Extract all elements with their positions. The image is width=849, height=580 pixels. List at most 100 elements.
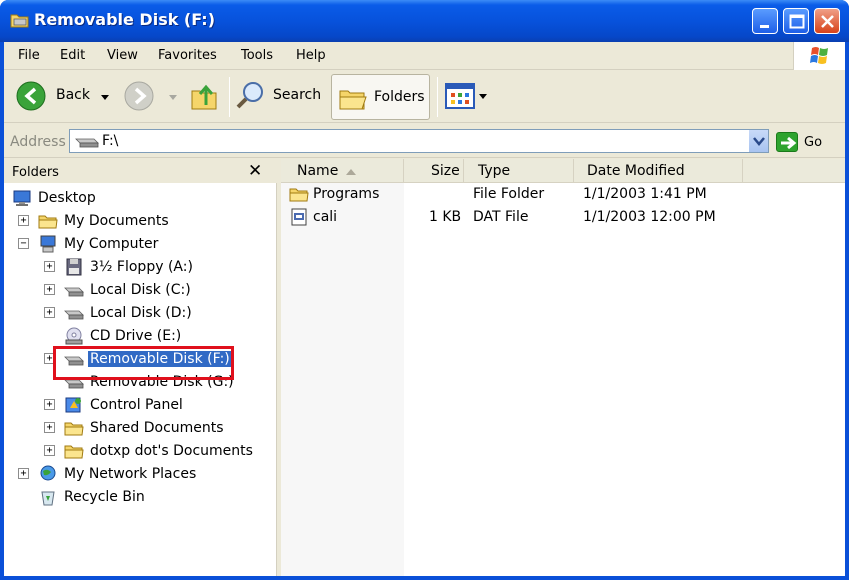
- collapse-icon[interactable]: −: [18, 238, 29, 249]
- floppy-icon: [64, 258, 84, 276]
- windows-flag-icon: [810, 47, 828, 64]
- folders-icon: [339, 90, 367, 110]
- tree-item[interactable]: − My Computer: [4, 233, 274, 255]
- tree-item-label: Local Disk (D:): [90, 305, 192, 321]
- search-button[interactable]: Search: [235, 79, 325, 115]
- folders-label: Folders: [374, 89, 425, 105]
- file-row[interactable]: Programs File Folder 1/1/2003 1:41 PM: [281, 183, 845, 205]
- tree-item[interactable]: + dotxp dot's Documents: [4, 440, 274, 462]
- up-folder-icon: [191, 84, 217, 110]
- menu-edit[interactable]: Edit: [60, 48, 85, 63]
- toolbar-separator: [229, 77, 230, 117]
- go-arrow-icon: [781, 136, 797, 150]
- windows-logo: [793, 42, 845, 70]
- address-bar: Address F:\ Go: [4, 124, 845, 158]
- tree-item-label: My Computer: [64, 236, 159, 252]
- tree-item-label: Local Disk (C:): [90, 282, 191, 298]
- file-type: File Folder: [473, 186, 545, 202]
- column-size-label: Size: [431, 163, 460, 179]
- control-panel-icon: [64, 396, 84, 414]
- close-pane-icon[interactable]: ✕: [248, 161, 262, 181]
- file-name: Programs: [313, 186, 380, 202]
- chevron-down-icon[interactable]: [100, 94, 110, 102]
- close-button[interactable]: [814, 8, 840, 34]
- drive-icon: [64, 304, 84, 322]
- forward-arrow-icon: [124, 81, 154, 111]
- desktop-icon: [12, 189, 32, 207]
- folder-icon: [289, 185, 309, 203]
- expand-icon[interactable]: +: [44, 422, 55, 433]
- tree-item[interactable]: CD Drive (E:): [4, 325, 274, 347]
- file-row[interactable]: cali 1 KB DAT File 1/1/2003 12:00 PM: [281, 206, 845, 228]
- forward-button[interactable]: [122, 79, 182, 115]
- maximize-icon: [789, 14, 805, 29]
- menu-view[interactable]: View: [107, 48, 138, 63]
- folders-button[interactable]: Folders: [331, 74, 430, 120]
- close-icon: [821, 15, 834, 28]
- address-value: F:\: [102, 133, 119, 149]
- explorer-window: Removable Disk (F:) File Edit View Favor…: [0, 0, 849, 580]
- expand-icon[interactable]: +: [44, 284, 55, 295]
- minimize-button[interactable]: [752, 8, 778, 34]
- column-header-type[interactable]: Type: [464, 159, 574, 183]
- up-folder-button[interactable]: [188, 79, 224, 115]
- tree-item-label: My Documents: [64, 213, 169, 229]
- maximize-button[interactable]: [783, 8, 809, 34]
- tree-item[interactable]: + Local Disk (C:): [4, 279, 274, 301]
- computer-icon: [38, 235, 58, 253]
- network-icon: [38, 465, 58, 483]
- tree-item-label: Shared Documents: [90, 420, 224, 436]
- tree-item-label: Recycle Bin: [64, 489, 145, 505]
- back-label: Back: [56, 87, 90, 103]
- tree-item-label: My Network Places: [64, 466, 197, 482]
- column-header-size[interactable]: Size: [404, 159, 464, 183]
- views-icon: [445, 83, 487, 109]
- title-bar[interactable]: Removable Disk (F:): [0, 0, 849, 42]
- folder-icon: [38, 212, 58, 230]
- go-button[interactable]: [776, 132, 798, 152]
- tree-item[interactable]: + Local Disk (D:): [4, 302, 274, 324]
- window-title: Removable Disk (F:): [34, 10, 215, 29]
- address-dropdown-button[interactable]: [748, 130, 768, 152]
- tree-item-label: CD Drive (E:): [90, 328, 182, 344]
- menu-tools[interactable]: Tools: [241, 48, 273, 63]
- file-type: DAT File: [473, 209, 529, 225]
- back-button[interactable]: Back: [14, 79, 118, 115]
- expand-icon[interactable]: +: [18, 468, 29, 479]
- menu-file[interactable]: File: [18, 48, 40, 63]
- sorted-column-shading: [281, 183, 404, 576]
- chevron-down-icon: [753, 137, 765, 146]
- column-date-label: Date Modified: [587, 163, 685, 179]
- expand-icon[interactable]: +: [18, 215, 29, 226]
- tree-item[interactable]: +3½ Floppy (A:): [4, 256, 274, 278]
- expand-icon[interactable]: +: [44, 261, 55, 272]
- tree-item-label: Desktop: [38, 190, 96, 206]
- annotation-highlight-box: [53, 346, 234, 380]
- folder-icon: [10, 14, 29, 28]
- tree-item-label: 3½ Floppy (A:): [90, 259, 193, 275]
- tree-item[interactable]: + My Network Places: [4, 463, 274, 485]
- menu-bar: File Edit View Favorites Tools Help: [4, 42, 845, 70]
- sort-ascending-icon: [346, 169, 356, 175]
- tree-item[interactable]: + Control Panel: [4, 394, 274, 416]
- expand-icon[interactable]: +: [44, 399, 55, 410]
- menu-favorites[interactable]: Favorites: [158, 48, 217, 63]
- chevron-down-icon[interactable]: [168, 94, 178, 102]
- column-header-date-modified[interactable]: Date Modified: [574, 159, 743, 183]
- tree-item[interactable]: + Shared Documents: [4, 417, 274, 439]
- go-label[interactable]: Go: [804, 135, 822, 150]
- tree-item[interactable]: + My Documents: [4, 210, 274, 232]
- menu-help[interactable]: Help: [296, 48, 326, 63]
- tree-item[interactable]: Desktop: [4, 187, 274, 209]
- expand-icon[interactable]: +: [44, 445, 55, 456]
- column-name-label: Name: [297, 163, 339, 179]
- folder-icon: [64, 419, 84, 437]
- expand-icon[interactable]: +: [44, 307, 55, 318]
- address-input[interactable]: F:\: [69, 129, 769, 153]
- tree-item[interactable]: Recycle Bin: [4, 486, 274, 508]
- window-client: File Edit View Favorites Tools Help Back…: [4, 42, 845, 576]
- column-header-name[interactable]: Name: [281, 159, 404, 183]
- views-button[interactable]: [444, 81, 490, 113]
- search-icon: [236, 82, 263, 109]
- tree-item-label: dotxp dot's Documents: [90, 443, 253, 459]
